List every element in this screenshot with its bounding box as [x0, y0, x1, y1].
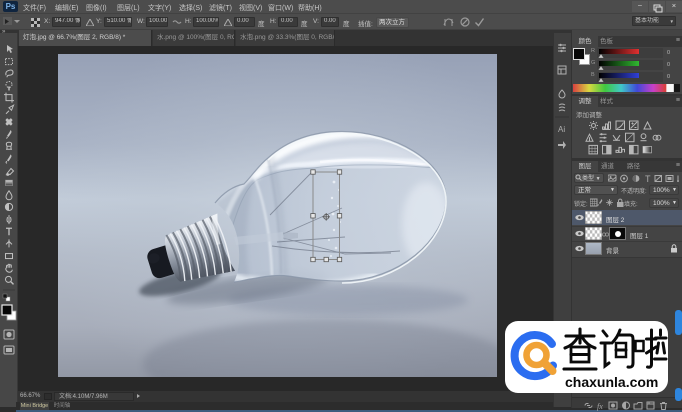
- svg-text:T: T: [645, 174, 651, 183]
- svg-text:chaxunla.com: chaxunla.com: [565, 374, 658, 390]
- svg-text:Ai: Ai: [558, 125, 565, 134]
- svg-text:fx: fx: [597, 402, 603, 411]
